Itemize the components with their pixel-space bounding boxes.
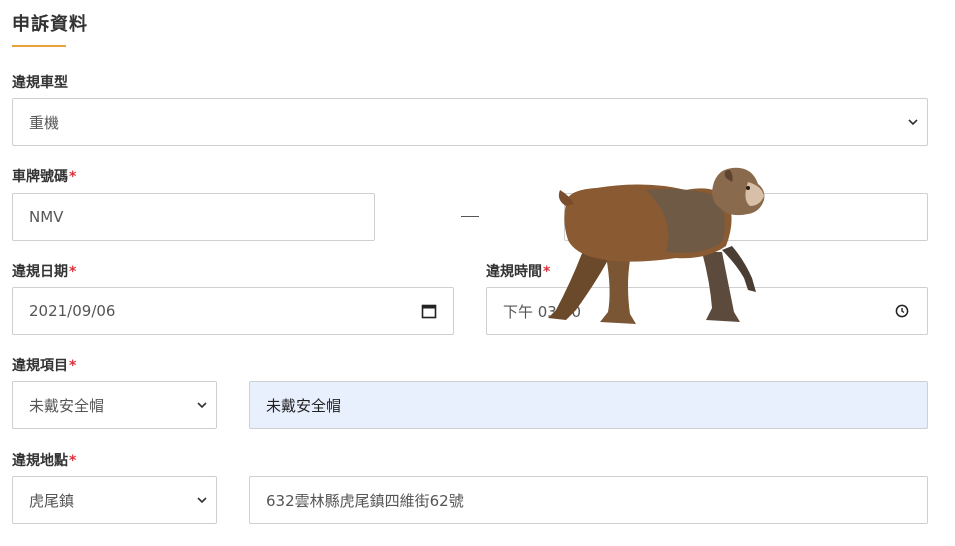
date-label: 違規日期* xyxy=(12,261,76,281)
location-select-value: 虎尾鎮 xyxy=(29,491,75,510)
location-label-text: 違規地點 xyxy=(12,453,68,469)
plate-label-text: 車牌號碼 xyxy=(12,169,68,185)
title-underline xyxy=(12,45,66,47)
calendar-icon[interactable] xyxy=(421,303,437,319)
plate-separator xyxy=(461,216,479,217)
location-label: 違規地點* xyxy=(12,450,76,470)
monkey-image xyxy=(548,167,765,324)
chevron-down-icon xyxy=(908,119,918,126)
required-mark: * xyxy=(69,453,77,469)
required-mark: * xyxy=(69,358,77,374)
plate-prefix-input[interactable]: NMV xyxy=(12,193,375,241)
section-title: 申訴資料 xyxy=(12,14,88,35)
required-mark: * xyxy=(69,169,77,185)
vehicle-type-label-text: 違規車型 xyxy=(12,75,68,91)
address-input[interactable]: 632雲林縣虎尾鎮四維街62號 xyxy=(249,476,928,524)
vehicle-type-select[interactable]: 重機 xyxy=(12,98,928,146)
chevron-down-icon xyxy=(197,497,207,504)
plate-label: 車牌號碼* xyxy=(12,166,76,186)
address-value: 632雲林縣虎尾鎮四維街62號 xyxy=(266,491,464,510)
date-value: 2021/09/06 xyxy=(29,302,116,320)
vehicle-type-value: 重機 xyxy=(29,113,60,132)
date-label-text: 違規日期 xyxy=(12,264,68,280)
required-mark: * xyxy=(69,264,77,280)
item-detail-field[interactable]: 未戴安全帽 xyxy=(249,381,928,429)
vehicle-type-label: 違規車型 xyxy=(12,72,68,92)
chevron-down-icon xyxy=(197,402,207,409)
clock-icon[interactable] xyxy=(895,304,909,318)
item-label-text: 違規項目 xyxy=(12,358,68,374)
date-input[interactable]: 2021/09/06 xyxy=(12,287,454,335)
location-select[interactable]: 虎尾鎮 xyxy=(12,476,217,524)
item-select-value: 未戴安全帽 xyxy=(29,396,105,415)
plate-prefix-value: NMV xyxy=(29,208,64,226)
item-select[interactable]: 未戴安全帽 xyxy=(12,381,217,429)
item-detail-value: 未戴安全帽 xyxy=(266,396,342,415)
item-label: 違規項目* xyxy=(12,355,76,375)
